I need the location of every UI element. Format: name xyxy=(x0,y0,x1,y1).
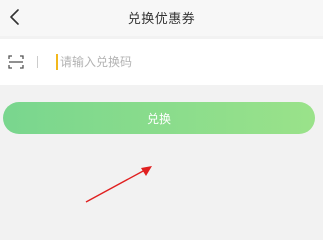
redeem-code-input[interactable] xyxy=(55,50,310,74)
scan-icon[interactable] xyxy=(8,54,24,70)
text-cursor xyxy=(56,54,58,70)
redeem-button[interactable]: 兑换 xyxy=(3,102,315,134)
page-title: 兑换优惠券 xyxy=(127,12,196,27)
input-divider xyxy=(37,56,38,68)
top-nav-bar: 兑换优惠券 xyxy=(0,0,323,36)
redeem-code-row xyxy=(0,39,323,85)
